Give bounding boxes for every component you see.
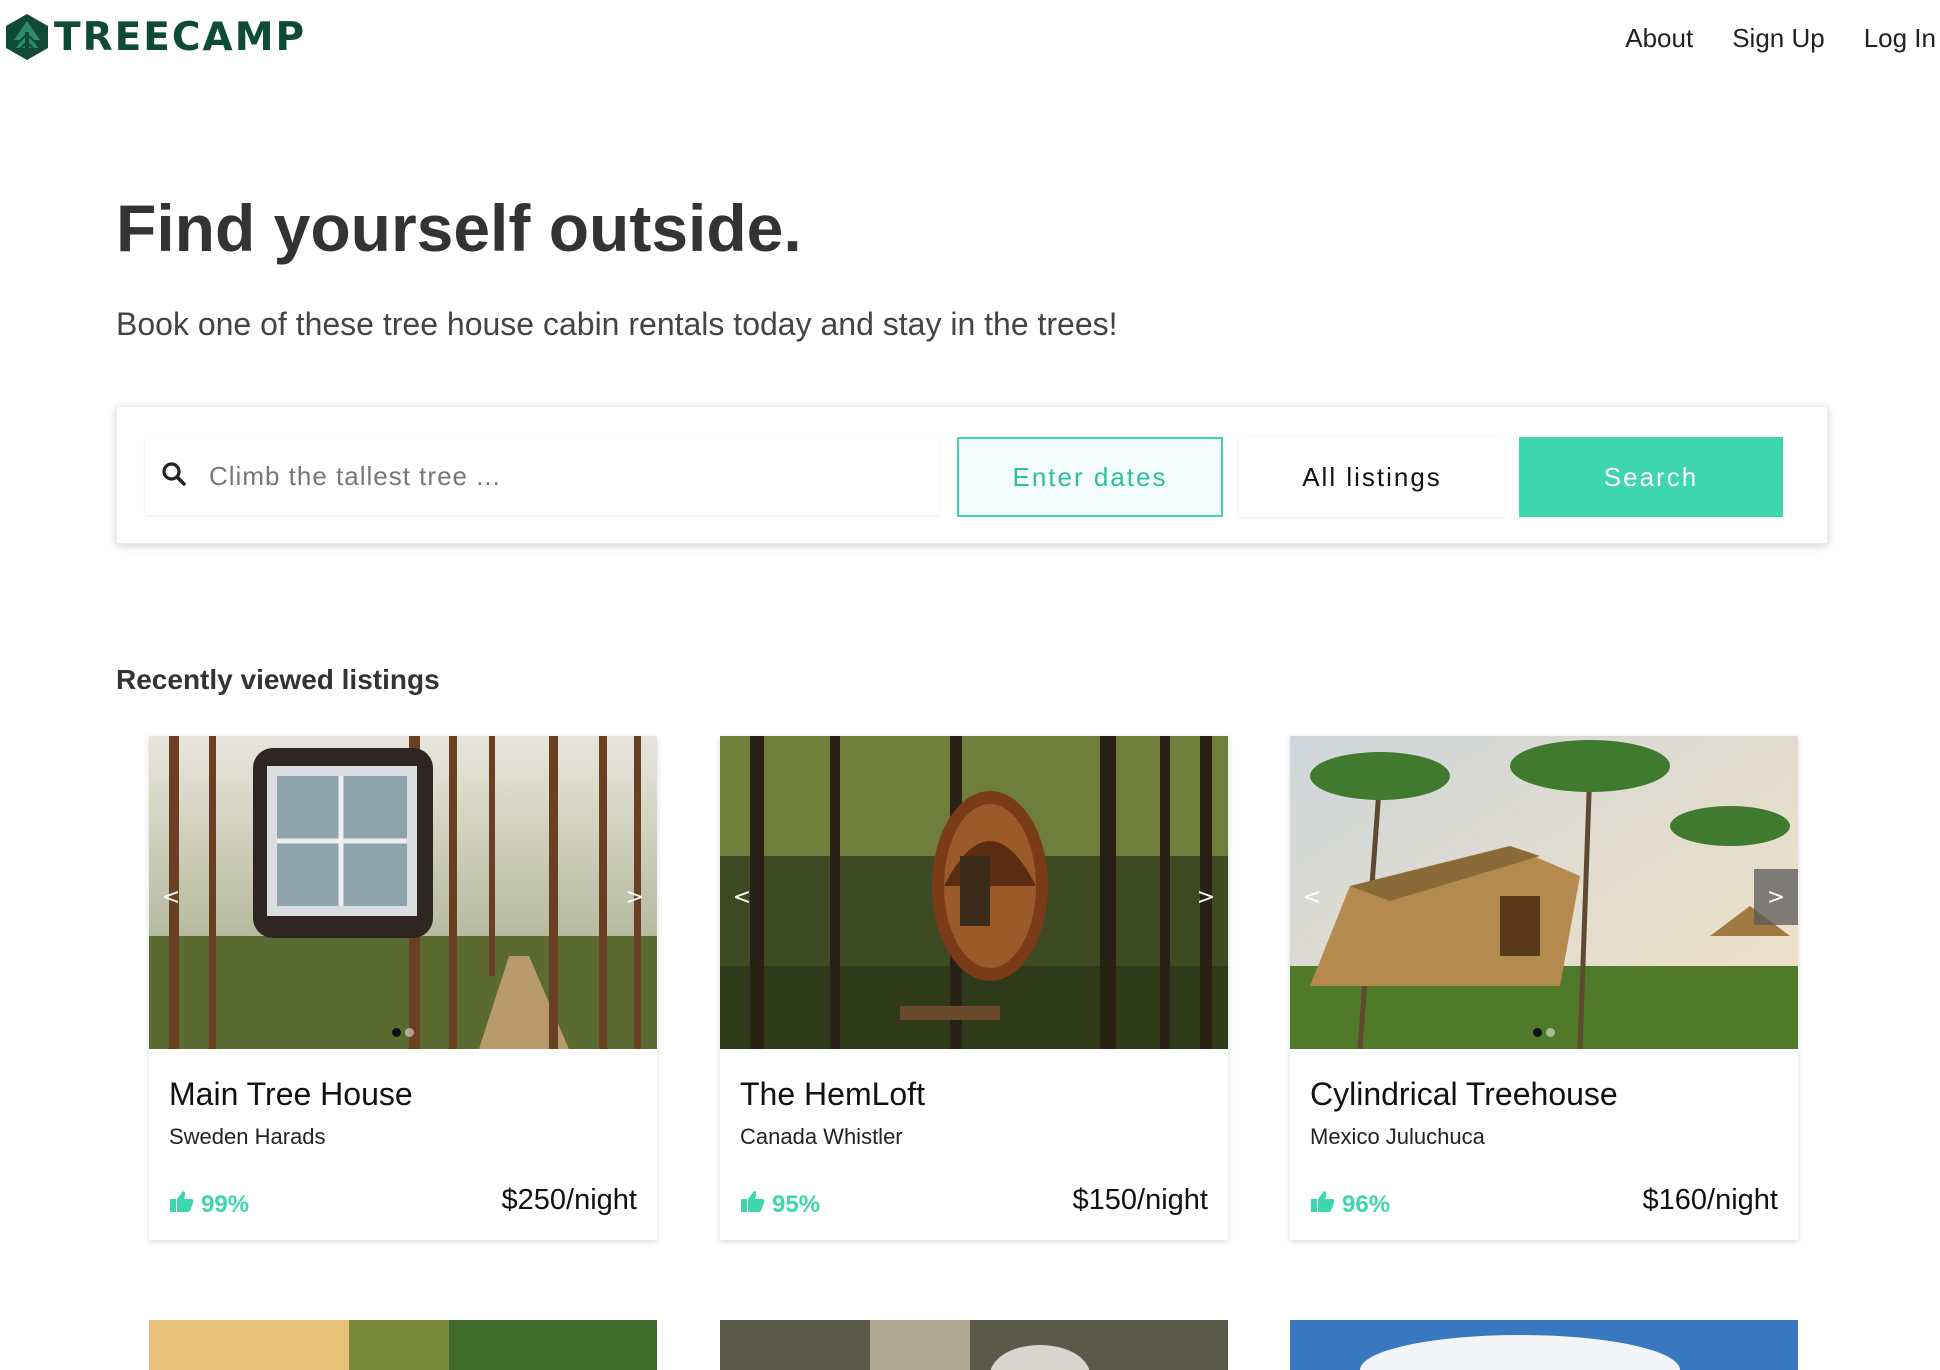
logo[interactable]: TREECAMP xyxy=(4,12,306,62)
search-bar: Enter dates All listings Search xyxy=(116,406,1828,544)
enter-dates-button[interactable]: Enter dates xyxy=(957,437,1223,517)
top-nav: About Sign Up Log In xyxy=(1586,18,1940,58)
carousel-dots xyxy=(1290,1028,1798,1037)
brand-name: TREECAMP xyxy=(54,14,307,60)
carousel-dots xyxy=(149,1028,657,1037)
listing-card[interactable]: < > Cylindrical Treehouse Mexico Juluchu… xyxy=(1290,736,1798,1240)
prev-image-button[interactable]: < xyxy=(1290,869,1334,925)
section-title: Recently viewed listings xyxy=(116,664,440,695)
prev-image-button[interactable]: < xyxy=(720,869,764,925)
next-image-button[interactable]: > xyxy=(613,869,657,925)
search-field[interactable] xyxy=(145,437,939,515)
listing-image[interactable] xyxy=(720,1320,1228,1370)
page: TREECAMP About Sign Up Log In Find yours… xyxy=(0,0,1940,1370)
next-image-button[interactable]: > xyxy=(1754,869,1798,925)
tree-logo-icon xyxy=(4,12,50,62)
listing-price: $160/night xyxy=(1642,1184,1778,1216)
listing-rating: 96% xyxy=(1310,1188,1390,1221)
listing-image[interactable]: < > xyxy=(1290,736,1798,1049)
carousel-dot[interactable] xyxy=(405,1028,414,1037)
listing-card-partial[interactable] xyxy=(720,1320,1228,1370)
listing-image[interactable] xyxy=(1290,1320,1798,1370)
listing-location: Mexico Juluchuca xyxy=(1310,1124,1485,1149)
rating-value: 99% xyxy=(201,1190,250,1218)
listing-image[interactable]: < > xyxy=(149,736,657,1049)
listing-rating: 99% xyxy=(169,1188,249,1221)
listing-location: Canada Whistler xyxy=(740,1124,903,1149)
listing-image[interactable] xyxy=(149,1320,657,1370)
listing-card[interactable]: < > The HemLoft Canada Whistler 95% $150… xyxy=(720,736,1228,1240)
listing-name[interactable]: Main Tree House xyxy=(169,1076,413,1113)
nav-signup-link[interactable]: Sign Up xyxy=(1732,18,1825,58)
nav-about-link[interactable]: About xyxy=(1625,18,1693,58)
listing-image[interactable]: < > xyxy=(720,736,1228,1049)
listing-card-partial[interactable] xyxy=(1290,1320,1798,1370)
all-listings-button[interactable]: All listings xyxy=(1239,437,1505,517)
search-input[interactable] xyxy=(209,460,909,492)
search-icon xyxy=(145,461,187,492)
listing-rating: 95% xyxy=(740,1188,820,1221)
rating-value: 95% xyxy=(772,1190,821,1218)
thumbs-up-icon xyxy=(1310,1188,1342,1221)
hero-subtitle: Book one of these tree house cabin renta… xyxy=(116,306,1118,342)
listing-card-partial[interactable] xyxy=(149,1320,657,1370)
listing-card[interactable]: < > Main Tree House Sweden Harads 99% $2… xyxy=(149,736,657,1240)
thumbs-up-icon xyxy=(740,1188,772,1221)
carousel-dot[interactable] xyxy=(392,1028,401,1037)
search-button[interactable]: Search xyxy=(1519,437,1783,517)
next-image-button[interactable]: > xyxy=(1184,869,1228,925)
nav-login-link[interactable]: Log In xyxy=(1864,18,1936,58)
rating-value: 96% xyxy=(1342,1190,1391,1218)
prev-image-button[interactable]: < xyxy=(149,869,193,925)
listing-price: $150/night xyxy=(1072,1184,1208,1216)
listing-location: Sweden Harads xyxy=(169,1124,326,1149)
thumbs-up-icon xyxy=(169,1188,201,1221)
header: TREECAMP About Sign Up Log In xyxy=(0,0,1940,80)
hero-title: Find yourself outside. xyxy=(116,191,802,265)
listing-price: $250/night xyxy=(501,1184,637,1216)
listing-name[interactable]: The HemLoft xyxy=(740,1076,925,1113)
carousel-dot[interactable] xyxy=(1533,1028,1542,1037)
carousel-dot[interactable] xyxy=(1546,1028,1555,1037)
listing-name[interactable]: Cylindrical Treehouse xyxy=(1310,1076,1618,1113)
